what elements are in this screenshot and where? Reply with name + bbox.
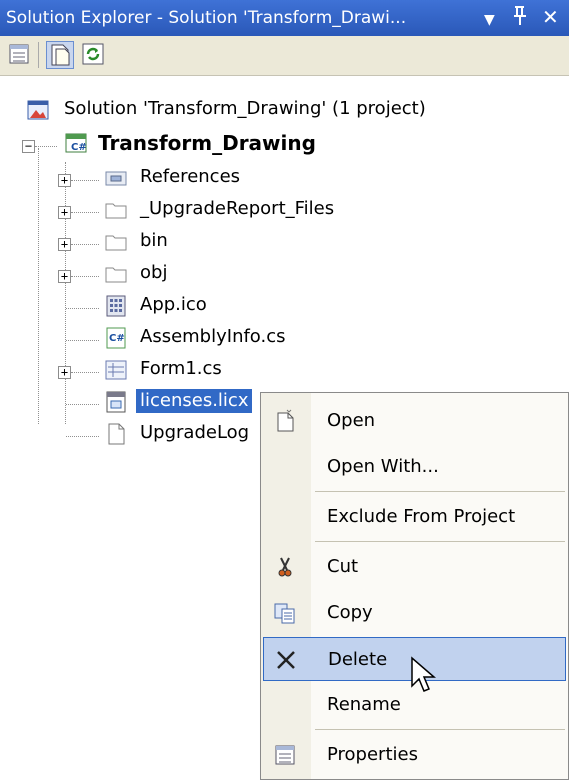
tree-line [71, 180, 99, 181]
svg-text:C#: C# [109, 333, 125, 344]
tree-item-form1[interactable]: + Form1.cs [0, 354, 400, 386]
scissors-icon [278, 557, 292, 577]
menu-item-copy[interactable]: Copy [263, 591, 566, 635]
menu-item-open-with[interactable]: Open With... [263, 445, 566, 489]
project-label: Transform_Drawing [98, 131, 316, 155]
document-icon [108, 423, 125, 445]
expand-toggle[interactable]: + [58, 206, 71, 219]
item-label: UpgradeLog [140, 422, 250, 443]
menu-item-open[interactable]: Open [263, 399, 566, 443]
tree-line [71, 244, 99, 245]
delete-x-icon [277, 651, 295, 669]
mouse-pointer-icon [411, 656, 437, 692]
context-menu: Open Open With... Exclude From Project C… [260, 392, 569, 780]
menu-separator [315, 491, 565, 492]
item-label: References [140, 166, 241, 187]
tree-line [71, 276, 99, 277]
menu-item-exclude[interactable]: Exclude From Project [263, 495, 566, 539]
show-all-files-icon [51, 44, 70, 66]
tree-item-assemblyinfo[interactable]: C# AssemblyInfo.cs [0, 322, 400, 354]
menu-label: Delete [328, 649, 388, 670]
properties-icon [9, 44, 29, 64]
menu-label: Open [327, 410, 376, 431]
toolbar-separator [38, 42, 39, 68]
tree-line [66, 404, 99, 405]
copy-icon [274, 603, 295, 624]
item-label: _UpgradeReport_Files [140, 198, 335, 219]
tree-line [35, 146, 57, 147]
properties-icon [275, 745, 295, 765]
menu-label: Copy [327, 602, 373, 623]
window-title: Solution Explorer - Solution 'Transform_… [6, 8, 407, 28]
menu-item-cut[interactable]: Cut [263, 545, 566, 589]
menu-label: Exclude From Project [327, 506, 516, 527]
tree-node-solution[interactable]: Solution 'Transform_Drawing' (1 project) [0, 94, 500, 126]
expand-toggle[interactable]: + [58, 238, 71, 251]
tree-line [71, 372, 99, 373]
open-icon [277, 409, 294, 432]
item-label: licenses.licx [136, 389, 253, 413]
collapse-toggle[interactable]: − [22, 140, 35, 153]
folder-icon [105, 203, 127, 219]
menu-item-properties[interactable]: Properties [263, 733, 566, 777]
menu-label: Properties [327, 744, 418, 765]
solution-label: Solution 'Transform_Drawing' (1 project) [64, 98, 426, 119]
tree-line [71, 212, 99, 213]
menu-label: Open With... [327, 456, 439, 477]
item-label: AssemblyInfo.cs [140, 326, 286, 347]
tree-line [66, 436, 99, 437]
ico-file-icon [106, 295, 126, 317]
menu-separator [315, 541, 565, 542]
pin-icon[interactable] [511, 5, 529, 32]
item-label: bin [140, 230, 168, 251]
svg-text:C#: C# [71, 142, 87, 153]
toolbar [0, 36, 569, 76]
menu-separator [315, 729, 565, 730]
tree-item-upgradereport-files[interactable]: + _UpgradeReport_Files [0, 194, 400, 226]
folder-icon [105, 267, 127, 283]
refresh-button[interactable] [80, 41, 108, 69]
form-icon [105, 360, 127, 380]
expand-toggle[interactable]: + [58, 174, 71, 187]
properties-button[interactable] [6, 41, 34, 69]
references-icon [105, 171, 127, 186]
menu-label: Cut [327, 556, 359, 577]
show-all-files-button[interactable] [46, 41, 74, 69]
item-label: App.ico [140, 294, 207, 315]
csharp-project-icon: C# [65, 133, 87, 153]
item-label: obj [140, 262, 168, 283]
solution-icon [27, 100, 49, 120]
tree-item-bin[interactable]: + bin [0, 226, 400, 258]
tree-node-project[interactable]: − C# Transform_Drawing [0, 128, 500, 160]
item-label: Form1.cs [140, 358, 222, 379]
close-icon[interactable]: ✕ [542, 5, 559, 29]
refresh-icon [82, 43, 104, 65]
tree-item-obj[interactable]: + obj [0, 258, 400, 290]
title-bar: Solution Explorer - Solution 'Transform_… [0, 0, 569, 36]
licx-file-icon [106, 391, 126, 413]
tree-line [66, 340, 99, 341]
tree-line [66, 308, 99, 309]
expand-toggle[interactable]: + [58, 366, 71, 379]
expand-toggle[interactable]: + [58, 270, 71, 283]
dropdown-arrow-icon[interactable]: ▼ [484, 8, 495, 32]
tree-item-app-ico[interactable]: App.ico [0, 290, 400, 322]
menu-label: Rename [327, 694, 401, 715]
csharp-file-icon: C# [106, 327, 126, 349]
tree-item-references[interactable]: + References [0, 162, 400, 194]
folder-icon [105, 235, 127, 251]
